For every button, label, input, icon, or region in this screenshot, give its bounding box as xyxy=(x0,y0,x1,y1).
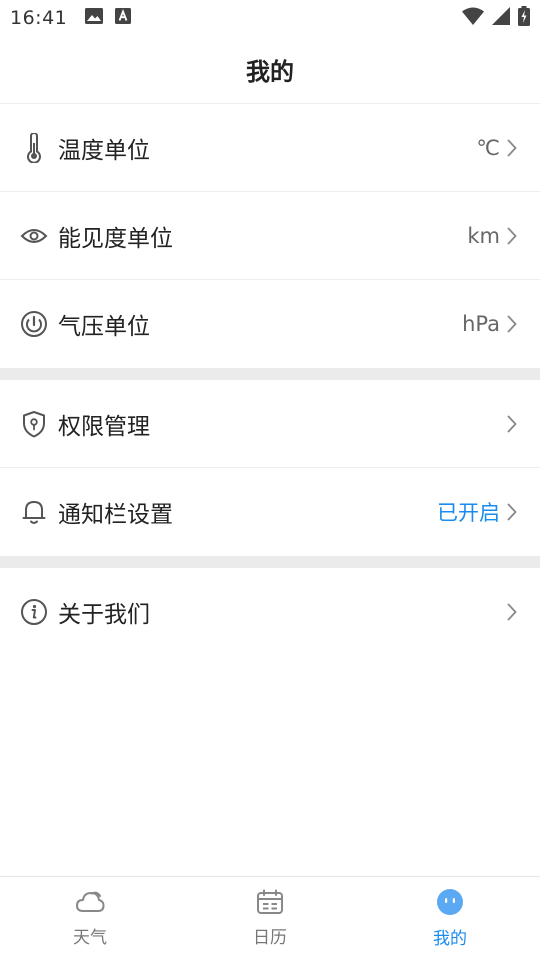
image-icon xyxy=(85,8,104,28)
settings-row-temperature-unit[interactable]: 温度单位 ℃ xyxy=(0,104,540,192)
status-right-icons xyxy=(462,6,530,30)
battery-charging-icon xyxy=(518,6,530,30)
gauge-icon xyxy=(20,310,48,338)
thermometer-icon xyxy=(20,132,48,163)
status-time: 16:41 xyxy=(10,7,68,29)
tab-weather[interactable]: 天气 xyxy=(0,877,180,960)
cellular-signal-icon xyxy=(492,7,510,29)
settings-row-about-us[interactable]: 关于我们 xyxy=(0,568,540,656)
chevron-right-icon xyxy=(506,226,518,246)
chevron-right-icon xyxy=(506,602,518,622)
keyboard-a-icon xyxy=(115,8,132,28)
row-label: 气压单位 xyxy=(58,314,150,340)
settings-row-visibility-unit[interactable]: 能见度单位 km xyxy=(0,192,540,280)
row-value: hPa xyxy=(462,312,500,336)
chevron-right-icon xyxy=(506,314,518,334)
chevron-right-icon xyxy=(506,138,518,158)
eye-icon xyxy=(20,222,48,250)
status-bar: 16:41 xyxy=(0,0,540,36)
chevron-right-icon xyxy=(506,414,518,434)
settings-row-pressure-unit[interactable]: 气压单位 hPa xyxy=(0,280,540,368)
tab-calendar[interactable]: 日历 xyxy=(180,877,360,960)
cloud-icon xyxy=(75,889,105,919)
face-icon xyxy=(436,888,464,920)
wifi-icon xyxy=(462,7,484,29)
tab-mine[interactable]: 我的 xyxy=(360,877,540,960)
app-header: 我的 xyxy=(0,36,540,104)
row-label: 能见度单位 xyxy=(58,225,173,252)
tab-label: 我的 xyxy=(433,929,467,949)
bell-icon xyxy=(20,498,48,526)
tab-label: 日历 xyxy=(253,928,287,948)
group-divider xyxy=(0,556,540,568)
row-label: 温度单位 xyxy=(58,137,150,164)
tab-label: 天气 xyxy=(73,928,107,948)
shield-lock-icon xyxy=(20,410,48,438)
bottom-tab-bar: 天气 日历 我的 xyxy=(0,876,540,960)
row-label: 权限管理 xyxy=(58,413,150,440)
page-title: 我的 xyxy=(246,58,294,86)
settings-list: 温度单位 ℃ 能见度单位 km 气压单位 hPa 权限管理 通知栏设置 已开启 … xyxy=(0,104,540,656)
group-divider xyxy=(0,368,540,380)
settings-row-permissions[interactable]: 权限管理 xyxy=(0,380,540,468)
info-icon xyxy=(20,598,48,626)
row-value: ℃ xyxy=(476,135,500,160)
notification-status-value: 已开启 xyxy=(437,501,500,525)
row-label: 关于我们 xyxy=(58,602,150,628)
status-left-icons xyxy=(85,8,132,28)
chevron-right-icon xyxy=(506,502,518,522)
row-value: km xyxy=(467,223,500,248)
calendar-icon xyxy=(256,889,284,919)
settings-row-notification-bar[interactable]: 通知栏设置 已开启 xyxy=(0,468,540,556)
row-label: 通知栏设置 xyxy=(58,502,173,528)
